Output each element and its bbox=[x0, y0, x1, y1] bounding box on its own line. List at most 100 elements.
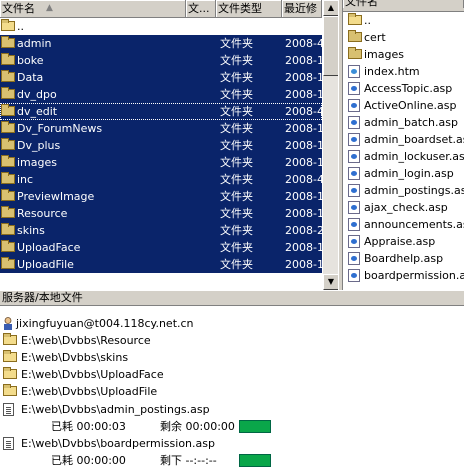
remote-file-name: announcements.asp bbox=[364, 218, 464, 231]
remote-file-name: .. bbox=[364, 14, 371, 27]
remote-file-name: images bbox=[364, 48, 404, 61]
user-icon bbox=[3, 317, 13, 330]
file-name: PreviewImage bbox=[17, 190, 95, 203]
transfer-queue-header: 服务器/本地文件 bbox=[0, 290, 464, 306]
remote-file-panel: 文件名 .. cert images index.htm AccessTopic.asp… bbox=[343, 0, 464, 290]
column-header-type[interactable]: 文件类型 bbox=[216, 0, 282, 17]
local-file-row[interactable]: UploadFile 文件夹 2008-1 bbox=[0, 256, 322, 273]
remote-file-item[interactable]: admin_postings.asp bbox=[343, 182, 464, 199]
file-name: Data bbox=[17, 71, 44, 84]
parent-folder-icon bbox=[348, 13, 362, 25]
column-header-size[interactable]: 文... bbox=[186, 0, 216, 17]
folder-icon bbox=[1, 206, 15, 218]
asp-file-icon bbox=[348, 269, 360, 282]
queue-file-path: E:\web\Dvbbs\boardpermission.asp bbox=[21, 437, 215, 450]
file-name: images bbox=[17, 156, 57, 169]
local-file-row[interactable]: Resource 文件夹 2008-1 bbox=[0, 205, 322, 222]
remote-file-name: ActiveOnline.asp bbox=[364, 99, 457, 112]
folder-icon bbox=[1, 257, 15, 269]
local-file-row[interactable]: images 文件夹 2008-1 bbox=[0, 154, 322, 171]
file-name: skins bbox=[17, 224, 45, 237]
queue-server-row[interactable]: jixingfuyuan@t004.118cy.net.cn bbox=[0, 315, 464, 333]
remote-file-item[interactable]: cert bbox=[343, 29, 464, 46]
progress-bar bbox=[239, 454, 271, 467]
file-name: admin bbox=[17, 37, 52, 50]
file-type: 文件夹 bbox=[220, 54, 253, 67]
remote-file-name: admin_boardset.asp bbox=[364, 133, 464, 146]
queue-transfer-row[interactable]: E:\web\Dvbbs\boardpermission.asp bbox=[0, 435, 464, 453]
folder-icon bbox=[1, 223, 15, 235]
remote-file-item[interactable]: Appraise.asp bbox=[343, 233, 464, 250]
file-type: 文件夹 bbox=[220, 71, 253, 84]
remote-file-item[interactable]: admin_login.asp bbox=[343, 165, 464, 182]
remote-file-item[interactable]: announcements.asp bbox=[343, 216, 464, 233]
scroll-down-button[interactable]: ▼ bbox=[323, 274, 339, 290]
remote-file-name: admin_lockuser.asp bbox=[364, 150, 464, 163]
local-file-panel: 文件名 ▲ 文... 文件类型 最近修 .. admin 文件夹 2008-4 boke… bbox=[0, 0, 339, 290]
queue-folder-row[interactable]: E:\web\Dvbbs\Resource bbox=[0, 332, 464, 350]
column-header-name[interactable]: 文件名 ▲ bbox=[0, 0, 186, 17]
remote-file-item[interactable]: .. bbox=[343, 12, 464, 29]
remote-file-item[interactable]: images bbox=[343, 46, 464, 63]
remote-file-item[interactable]: ajax_check.asp bbox=[343, 199, 464, 216]
file-modified: 2008-1 bbox=[285, 54, 322, 67]
asp-file-icon bbox=[348, 133, 360, 146]
local-file-row[interactable]: boke 文件夹 2008-1 bbox=[0, 52, 322, 69]
local-file-row[interactable]: Dv_ForumNews 文件夹 2008-1 bbox=[0, 120, 322, 137]
local-file-row[interactable]: UploadFace 文件夹 2008-1 bbox=[0, 239, 322, 256]
progress-bar bbox=[239, 420, 271, 433]
queue-folder-path: E:\web\Dvbbs\skins bbox=[21, 351, 129, 364]
local-file-row[interactable]: Data 文件夹 2008-1 bbox=[0, 69, 322, 86]
file-name: inc bbox=[17, 173, 34, 186]
file-modified: 2008-1 bbox=[285, 190, 322, 203]
remote-file-item[interactable]: Boardhelp.asp bbox=[343, 250, 464, 267]
local-file-row[interactable]: PreviewImage 文件夹 2008-1 bbox=[0, 188, 322, 205]
local-list-scrollbar[interactable]: ▲ ▼ bbox=[322, 0, 339, 290]
remote-file-item[interactable]: admin_boardset.asp bbox=[343, 131, 464, 148]
remote-file-item[interactable]: ActiveOnline.asp bbox=[343, 97, 464, 114]
file-modified: 2008-1 bbox=[285, 139, 322, 152]
file-type: 文件夹 bbox=[220, 139, 253, 152]
remote-file-name: boardpermission.asp bbox=[364, 269, 464, 282]
elapsed-time: 已耗 00:00:00 bbox=[51, 454, 126, 467]
asp-file-icon bbox=[348, 235, 360, 248]
remote-file-name: Boardhelp.asp bbox=[364, 252, 444, 265]
queue-folder-row[interactable]: E:\web\Dvbbs\skins bbox=[0, 349, 464, 367]
folder-icon bbox=[1, 104, 15, 116]
remote-file-list-header: 文件名 bbox=[343, 0, 464, 12]
local-file-row[interactable]: admin 文件夹 2008-4 bbox=[0, 35, 322, 52]
remote-file-item[interactable]: admin_lockuser.asp bbox=[343, 148, 464, 165]
local-file-row[interactable]: dv_dpo 文件夹 2008-1 bbox=[0, 86, 322, 103]
asp-file-icon bbox=[348, 184, 360, 197]
scroll-up-button[interactable]: ▲ bbox=[323, 0, 339, 16]
queue-transfer-row[interactable]: E:\web\Dvbbs\admin_postings.asp bbox=[0, 401, 464, 419]
local-file-row[interactable]: dv_edit 文件夹 2008-4 bbox=[0, 103, 322, 120]
local-file-row[interactable]: skins 文件夹 2008-2 bbox=[0, 222, 322, 239]
remote-file-item[interactable]: AccessTopic.asp bbox=[343, 80, 464, 97]
file-modified: 2008-4 bbox=[285, 173, 322, 186]
folder-icon bbox=[1, 53, 15, 65]
file-modified: 2008-1 bbox=[285, 207, 322, 220]
file-modified: 2008-1 bbox=[285, 241, 322, 254]
local-file-row[interactable]: Dv_plus 文件夹 2008-1 bbox=[0, 137, 322, 154]
remote-file-item[interactable]: admin_batch.asp bbox=[343, 114, 464, 131]
remote-file-item[interactable]: boardpermission.asp bbox=[343, 267, 464, 284]
remote-file-list: .. cert images index.htm AccessTopic.asp Acti… bbox=[343, 12, 464, 290]
column-header-modified[interactable]: 最近修 bbox=[282, 0, 322, 17]
queue-folder-row[interactable]: E:\web\Dvbbs\UploadFile bbox=[0, 383, 464, 401]
queue-folder-path: E:\web\Dvbbs\UploadFile bbox=[21, 385, 158, 398]
queue-transfer-status: 已耗 00:00:00 剩下 --:--:-- bbox=[0, 452, 464, 470]
folder-icon bbox=[1, 155, 15, 167]
remote-file-name: ajax_check.asp bbox=[364, 201, 448, 214]
server-address: jixingfuyuan@t004.118cy.net.cn bbox=[16, 317, 194, 330]
file-name: UploadFace bbox=[17, 241, 81, 254]
queue-folder-row[interactable]: E:\web\Dvbbs\UploadFace bbox=[0, 366, 464, 384]
asp-file-icon bbox=[348, 116, 360, 129]
remote-file-name: index.htm bbox=[364, 65, 420, 78]
local-file-row[interactable]: inc 文件夹 2008-4 bbox=[0, 171, 322, 188]
scroll-thumb[interactable] bbox=[323, 16, 339, 76]
folder-icon bbox=[348, 30, 362, 42]
column-header-remote-name[interactable]: 文件名 bbox=[343, 0, 464, 8]
local-file-row[interactable]: .. bbox=[0, 18, 322, 35]
remote-file-item[interactable]: index.htm bbox=[343, 63, 464, 80]
